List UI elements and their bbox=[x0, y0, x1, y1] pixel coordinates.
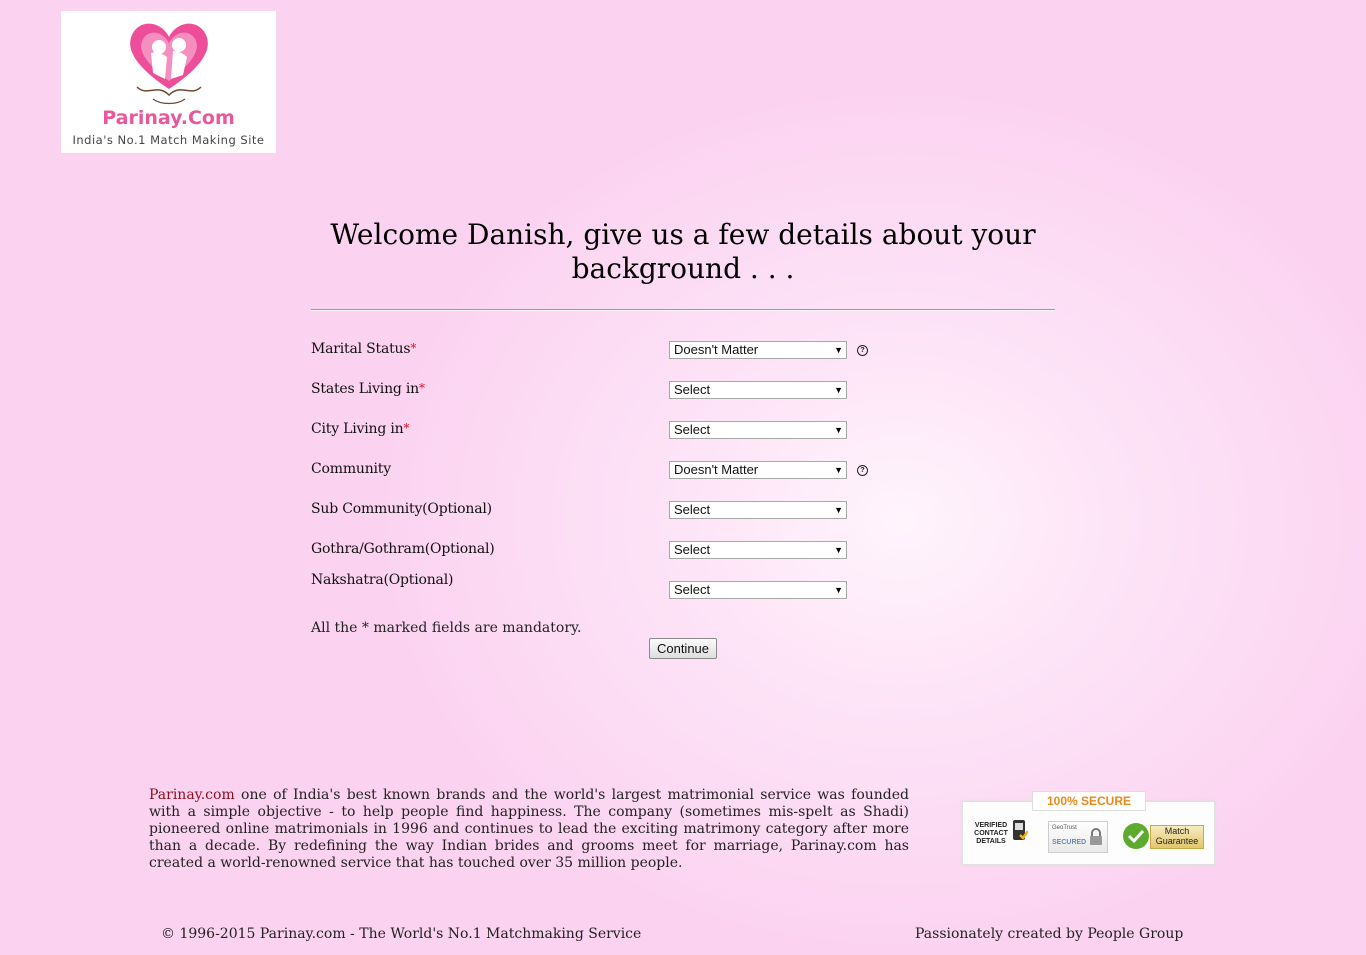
sub-community-select[interactable]: Select ▼ bbox=[669, 501, 847, 519]
security-badge: 100% SECURE VERIFIED CONTACT DETAILS Geo… bbox=[962, 791, 1215, 866]
about-brand-link[interactable]: Parinay.com bbox=[149, 787, 235, 803]
badge-title: 100% SECURE bbox=[1032, 791, 1146, 811]
chevron-down-icon: ▼ bbox=[834, 585, 843, 595]
chevron-down-icon: ▼ bbox=[834, 425, 843, 435]
site-logo[interactable]: Parinay.Com India's No.1 Match Making Si… bbox=[61, 11, 276, 153]
geotrust-secured-badge: GeoTrust SECURED bbox=[1048, 821, 1108, 853]
states-living-select[interactable]: Select ▼ bbox=[669, 381, 847, 399]
checkmark-icon bbox=[1123, 823, 1149, 849]
city-living-label: City Living in* bbox=[311, 421, 410, 437]
community-label: Community bbox=[311, 461, 391, 477]
community-select[interactable]: Doesn't Matter ▼ bbox=[669, 461, 847, 479]
chevron-down-icon: ▼ bbox=[834, 385, 843, 395]
gothra-select[interactable]: Select ▼ bbox=[669, 541, 847, 559]
mandatory-note: All the * marked fields are mandatory. bbox=[311, 620, 582, 636]
help-icon[interactable]: ? bbox=[857, 345, 868, 356]
about-text: Parinay.com one of India's best known br… bbox=[149, 787, 909, 871]
phone-icon bbox=[1013, 820, 1028, 840]
verified-contact-badge: VERIFIED CONTACT DETAILS bbox=[972, 820, 1028, 846]
chevron-down-icon: ▼ bbox=[834, 545, 843, 555]
footer-credit: Passionately created by People Group bbox=[915, 926, 1184, 942]
marital-status-label: Marital Status* bbox=[311, 341, 417, 357]
page-title: Welcome Danish, give us a few details ab… bbox=[330, 218, 1036, 285]
nakshatra-label: Nakshatra(Optional) bbox=[311, 572, 454, 588]
nakshatra-select[interactable]: Select ▼ bbox=[669, 581, 847, 599]
sub-community-label: Sub Community(Optional) bbox=[311, 501, 492, 517]
footer-copyright: © 1996-2015 Parinay.com - The World's No… bbox=[161, 926, 642, 942]
gothra-label: Gothra/Gothram(Optional) bbox=[311, 541, 495, 557]
help-icon[interactable]: ? bbox=[857, 465, 868, 476]
logo-name: Parinay.Com bbox=[102, 107, 235, 129]
required-mark: * bbox=[403, 421, 410, 435]
lock-icon bbox=[1090, 828, 1102, 845]
match-guarantee-badge: Match Guarantee bbox=[1122, 822, 1204, 852]
chevron-down-icon: ▼ bbox=[834, 505, 843, 515]
city-living-select[interactable]: Select ▼ bbox=[669, 421, 847, 439]
marital-status-select[interactable]: Doesn't Matter ▼ bbox=[669, 341, 847, 359]
heart-couple-icon bbox=[130, 23, 208, 105]
match-guarantee-label: Match Guarantee bbox=[1150, 825, 1204, 849]
chevron-down-icon: ▼ bbox=[834, 345, 843, 355]
divider bbox=[311, 309, 1055, 311]
continue-button[interactable]: Continue bbox=[649, 638, 717, 659]
required-mark: * bbox=[419, 381, 425, 395]
required-mark: * bbox=[410, 341, 417, 355]
chevron-down-icon: ▼ bbox=[834, 465, 843, 475]
logo-tagline: India's No.1 Match Making Site bbox=[72, 133, 265, 147]
states-living-label: States Living in* bbox=[311, 381, 425, 397]
